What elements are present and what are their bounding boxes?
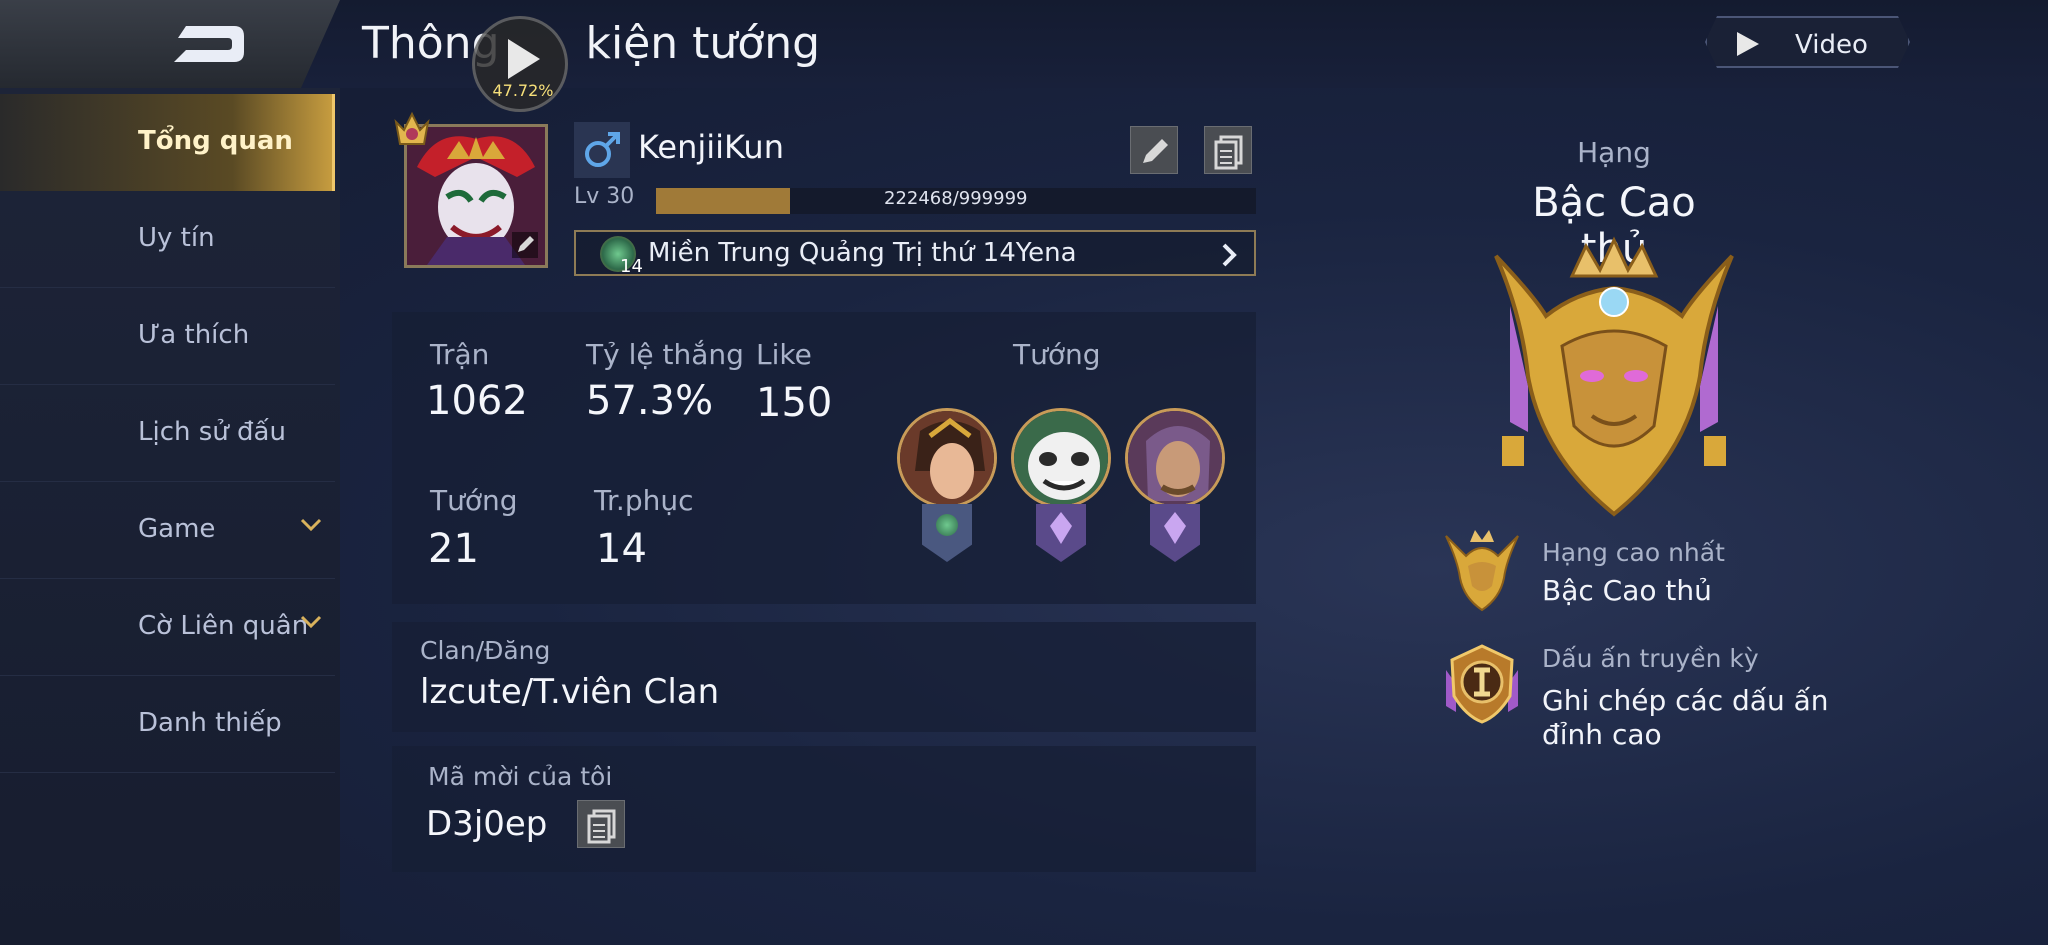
rank-label: Hạng (1577, 136, 1651, 169)
gender-badge (574, 122, 630, 178)
like-label: Like (756, 338, 812, 371)
server-selector[interactable]: 14 Miền Trung Quảng Trị thứ 14Yena (574, 230, 1256, 277)
legend-mark-desc-line2: đỉnh cao (1542, 718, 1662, 751)
rank-emblem-master[interactable] (1482, 236, 1746, 520)
sidebar-item-label: Tổng quan (138, 126, 293, 156)
sidebar-item-label: Cờ Liên quân (138, 611, 309, 641)
video-button-label: Video (1795, 30, 1868, 60)
highest-rank-label: Hạng cao nhất (1542, 538, 1725, 567)
back-button[interactable] (0, 0, 340, 92)
edit-avatar-icon[interactable] (512, 232, 538, 258)
skins-count-value: 14 (596, 526, 647, 572)
sidebar-item-label: Game (138, 514, 216, 544)
video-button[interactable]: Video (1705, 16, 1910, 68)
chevron-down-icon (300, 615, 322, 629)
invite-code: D3j0ep (426, 804, 548, 844)
player-name: KenjiiKun (638, 128, 784, 166)
sidebar-item-label: Uy tín (138, 223, 215, 253)
sidebar-item-favorites[interactable]: Ưa thích (0, 288, 335, 385)
crown-icon (394, 111, 430, 145)
highest-rank-value: Bậc Cao thủ (1542, 574, 1712, 607)
legend-mark-desc-line1: Ghi chép các dấu ấn (1542, 684, 1829, 717)
chevron-down-icon (300, 518, 322, 532)
back-arrow-icon (174, 26, 244, 62)
xp-text: 222468/999999 (884, 188, 1028, 209)
clan-label: Clan/Đăng (420, 636, 551, 665)
copy-icon (1214, 135, 1243, 170)
copy-invite-code-button[interactable] (577, 800, 625, 848)
sidebar-item-label: Lịch sử đấu (138, 417, 286, 447)
sidebar: Tổng quan Uy tín Ưa thích Lịch sử đấu Ga… (0, 88, 340, 945)
sidebar-item-reputation[interactable]: Uy tín (0, 191, 335, 288)
page-title: Thông kiện tướng (362, 18, 821, 69)
matches-value: 1062 (426, 378, 528, 424)
sidebar-item-overview[interactable]: Tổng quan (0, 94, 335, 191)
heroes-count-value: 21 (428, 526, 479, 572)
copy-profile-button[interactable] (1204, 126, 1252, 174)
sidebar-item-label: Ưa thích (138, 320, 250, 350)
sidebar-item-label: Danh thiếp (138, 708, 282, 738)
matches-label: Trận (430, 338, 490, 371)
invite-label: Mã mời của tôi (428, 762, 613, 791)
sidebar-item-match-history[interactable]: Lịch sử đấu (0, 385, 335, 482)
play-icon (508, 39, 540, 79)
legend-mark-icon[interactable] (1440, 640, 1524, 726)
emerald-icon (936, 514, 958, 536)
crystal-icon (1164, 512, 1186, 544)
server-name: Miền Trung Quảng Trị thứ 14Yena (648, 238, 1077, 268)
replay-play-button[interactable]: 47.72% (472, 16, 568, 112)
male-icon (585, 132, 620, 167)
top-hero-1[interactable] (897, 408, 997, 508)
pencil-icon (1143, 139, 1168, 163)
highest-rank-icon (1445, 530, 1519, 612)
sidebar-item-game[interactable]: Game (0, 482, 335, 579)
chevron-right-icon (1222, 243, 1237, 267)
xp-progress-fill (656, 188, 790, 214)
copy-icon (587, 809, 616, 844)
top-hero-2[interactable] (1011, 408, 1111, 508)
server-badge-number: 14 (620, 256, 643, 277)
like-value: 150 (756, 380, 833, 426)
sidebar-item-business-card[interactable]: Danh thiếp (0, 676, 335, 773)
top-heroes-label: Tướng (1013, 338, 1101, 371)
crystal-icon (1050, 512, 1072, 544)
legend-mark-label: Dấu ấn truyền kỳ (1542, 644, 1759, 673)
play-icon (1737, 32, 1759, 56)
skins-count-label: Tr.phục (594, 484, 694, 517)
clan-value: lzcute/T.viên Clan (420, 672, 720, 712)
winrate-value: 57.3% (586, 378, 714, 424)
sidebar-item-chess[interactable]: Cờ Liên quân (0, 579, 335, 676)
play-progress-text: 47.72% (492, 81, 554, 100)
top-hero-3[interactable] (1125, 408, 1225, 508)
winrate-label: Tỷ lệ thắng (586, 338, 744, 371)
heroes-count-label: Tướng (430, 484, 518, 517)
edit-name-button[interactable] (1130, 126, 1178, 174)
player-level: Lv 30 (574, 184, 635, 209)
